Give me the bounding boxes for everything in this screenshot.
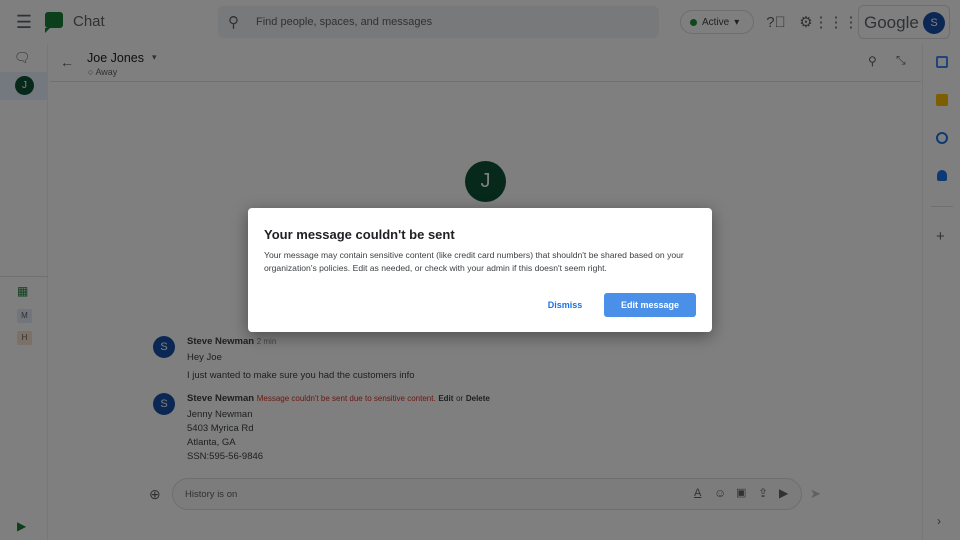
dismiss-button[interactable]: Dismiss	[540, 294, 590, 316]
edit-message-button[interactable]: Edit message	[604, 293, 696, 317]
dialog-body: Your message may contain sensitive conte…	[264, 250, 684, 273]
sensitive-content-dialog: Your message couldn't be sent Your messa…	[248, 208, 712, 332]
dialog-title: Your message couldn't be sent	[264, 227, 455, 242]
